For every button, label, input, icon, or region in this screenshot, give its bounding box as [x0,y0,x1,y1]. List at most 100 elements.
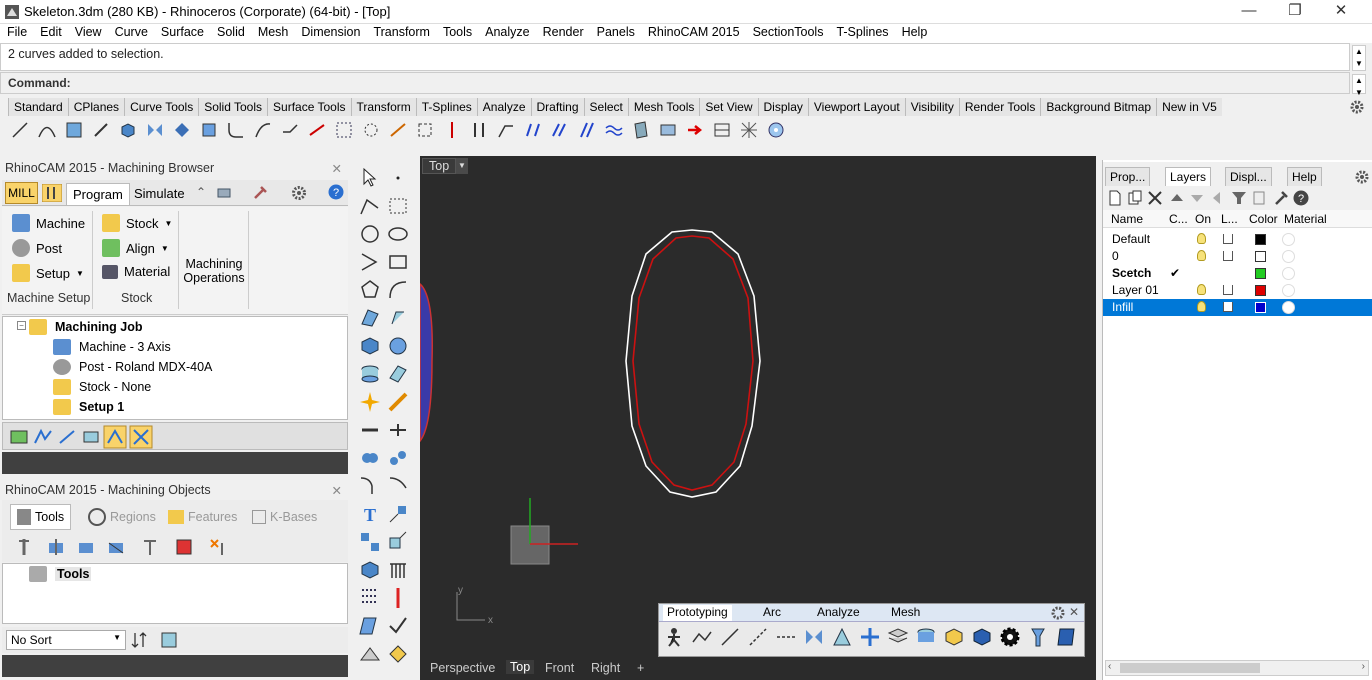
group-icon[interactable] [358,530,382,554]
sort-order-icon[interactable] [130,631,148,649]
projection-icon[interactable] [656,118,680,142]
fillet-edge-icon[interactable] [358,474,382,498]
setup-button[interactable]: Setup ▼ [12,264,84,282]
section-icon[interactable] [710,118,734,142]
top-viewport[interactable]: Top ▼ y x Perspective Top Front Right + [420,156,1096,680]
tree-node-tools[interactable]: Tools [29,566,92,582]
boolean-split-icon[interactable] [386,446,410,470]
tab-solid-tools[interactable]: Solid Tools [198,98,268,116]
polyline-icon[interactable] [358,194,382,218]
text-icon[interactable]: T [358,502,382,526]
mill-button[interactable]: MILL [5,182,38,204]
tree-node-stock[interactable]: Stock - None [53,379,151,395]
points-grid-icon[interactable] [358,586,382,610]
simulate-icon[interactable] [103,425,127,449]
boolean-union-icon[interactable] [358,446,382,470]
layer-color-swatch[interactable] [1255,251,1266,262]
tab-analyze[interactable]: Analyze [476,98,531,116]
tab-new-in-v5[interactable]: New in V5 [1156,98,1222,116]
curve-float-icon[interactable] [775,626,797,648]
delete-layer-icon[interactable] [1147,190,1163,206]
menu-file[interactable]: File [0,24,33,39]
menu-mesh[interactable]: Mesh [251,24,295,39]
column-name[interactable]: Name [1111,212,1143,226]
layer-unlocked-icon[interactable] [1223,285,1233,295]
tab-analyze-float[interactable]: Analyze [813,605,864,621]
post-button[interactable]: Post [12,239,62,257]
checkmark-icon[interactable] [386,614,410,638]
close-icon[interactable]: ✕ [332,161,342,176]
network-srf-icon[interactable] [629,118,653,142]
arc-curve-icon[interactable] [386,278,410,302]
command-line-scrollbar[interactable]: ▲ ▼ [1352,74,1366,97]
layer-row[interactable]: Layer 01 [1103,282,1372,299]
layers-float-icon[interactable] [887,626,909,648]
line-float-icon[interactable] [719,626,741,648]
dim-linear-icon[interactable] [386,558,410,582]
scroll-thumb[interactable] [1120,663,1260,673]
rotate-icon[interactable] [170,118,194,142]
box-icon[interactable] [116,118,140,142]
menu-panels[interactable]: Panels [590,24,641,39]
dimension-icon[interactable] [386,502,410,526]
profile-icon[interactable] [57,427,77,447]
tools-hammer-icon[interactable] [1273,190,1289,206]
tab-simulate[interactable]: Simulate [128,183,191,205]
move-layer-up-icon[interactable] [1169,190,1185,206]
array-icon[interactable] [332,118,356,142]
extend-icon[interactable] [494,118,518,142]
tab-render-tools[interactable]: Render Tools [958,98,1041,116]
delete-tools-icon[interactable] [208,537,228,557]
toolbar-options-gear-icon[interactable] [1350,100,1364,114]
layers-help-icon[interactable]: ? [1293,190,1309,206]
machine-button[interactable]: Machine [12,214,85,232]
column-lock[interactable]: L... [1221,212,1238,226]
scroll-right-icon[interactable]: › [1362,661,1365,672]
box-yellow-float-icon[interactable] [943,626,965,648]
trim-icon[interactable] [305,118,329,142]
layer-row-current[interactable]: Scetch ✔ [1103,265,1372,282]
tool-library-icon[interactable] [174,537,194,557]
curve-icon[interactable] [386,194,410,218]
minimize-button[interactable]: — [1226,0,1272,24]
new-layer-icon[interactable] [1107,190,1123,206]
tab-display[interactable]: Displ... [1225,167,1272,187]
scale-icon[interactable] [386,530,410,554]
layer-unlocked-icon[interactable] [1223,302,1233,312]
layer-unlocked-icon[interactable] [1223,251,1233,261]
layer-color-swatch[interactable] [1255,285,1266,296]
browser-settings-icon[interactable] [216,185,232,201]
distance-icon[interactable] [440,118,464,142]
pocket-icon[interactable] [81,427,101,447]
layer-on-bulb-icon[interactable] [1197,301,1206,312]
tool-filter-icon[interactable] [160,631,178,649]
viewport-tab-perspective[interactable]: Perspective [430,661,495,675]
render-object-icon[interactable] [358,642,382,666]
layer-state-icon[interactable] [358,614,382,638]
tab-help[interactable]: Help [1287,167,1322,187]
menu-sectiontools[interactable]: SectionTools [746,24,830,39]
surface-icon[interactable] [358,306,382,330]
add-viewport-tab-icon[interactable]: + [637,661,644,675]
solid-edit-icon[interactable] [197,118,221,142]
tree-node-setup[interactable]: Setup 1 [53,399,124,415]
tab-surface-tools[interactable]: Surface Tools [267,98,351,116]
menu-curve[interactable]: Curve [108,24,154,39]
polygon-icon[interactable] [358,278,382,302]
edit-curve-icon[interactable] [89,118,113,142]
generate-icon[interactable] [129,425,153,449]
cylinder-icon[interactable] [358,362,382,386]
column-on[interactable]: On [1195,212,1211,226]
menu-help[interactable]: Help [895,24,934,39]
circle-icon[interactable] [358,222,382,246]
curve-tools-icon[interactable] [35,118,59,142]
explode-icon[interactable] [358,390,382,414]
help-icon[interactable]: ? [328,184,344,200]
ball-mill-icon[interactable] [76,537,96,557]
tab-set-view[interactable]: Set View [699,98,758,116]
copy-icon[interactable] [386,418,410,442]
menu-rhinocam[interactable]: RhinoCAM 2015 [641,24,746,39]
join-icon[interactable] [386,390,410,414]
render-disk-icon[interactable] [764,118,788,142]
tab-viewport-layout[interactable]: Viewport Layout [807,98,905,116]
